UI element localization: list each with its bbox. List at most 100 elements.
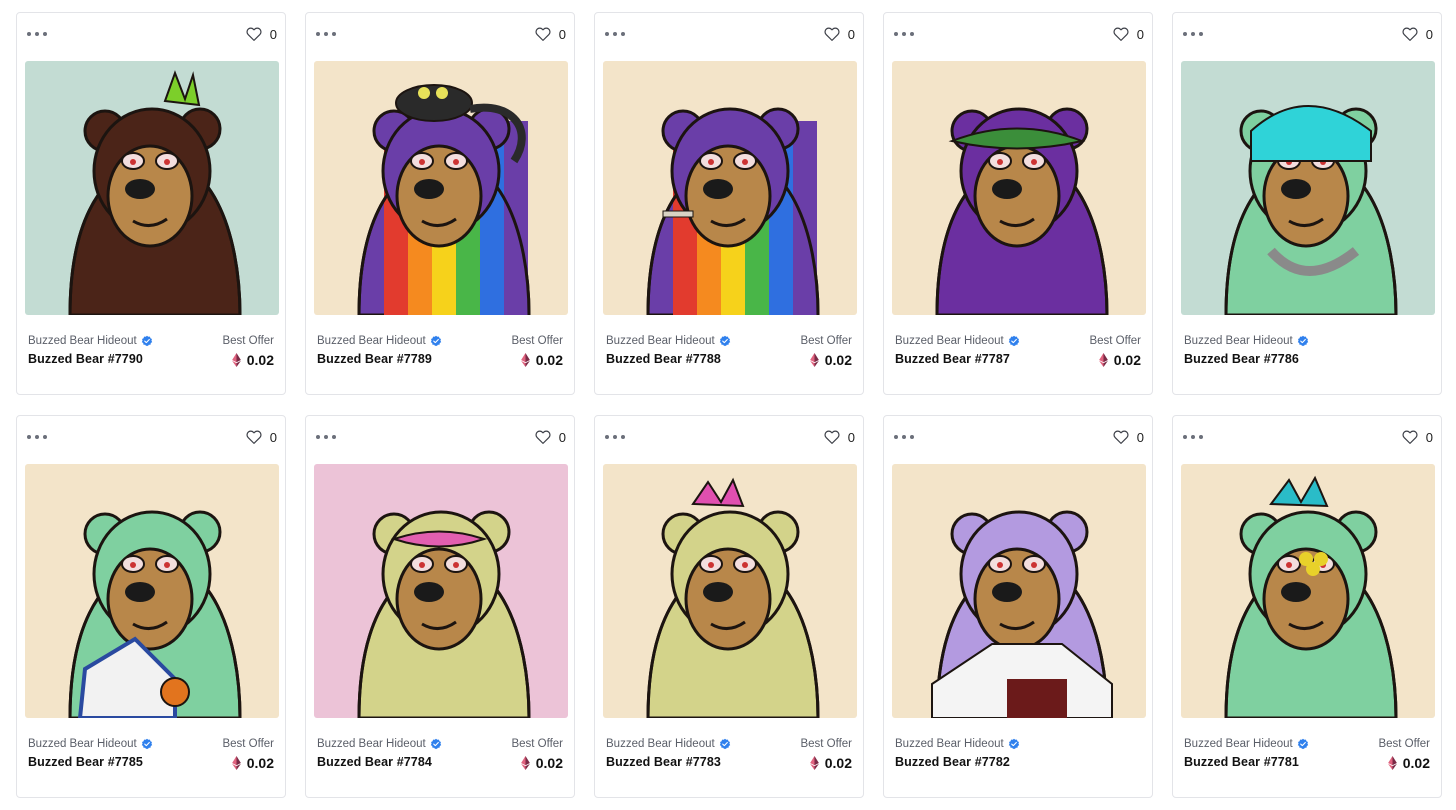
nft-name[interactable]: Buzzed Bear #7789 — [317, 352, 432, 366]
more-options-icon[interactable] — [605, 430, 625, 444]
heart-outline-icon — [535, 27, 551, 41]
collection-name[interactable]: Buzzed Bear Hideout — [606, 738, 731, 750]
nft-artwork[interactable] — [892, 61, 1146, 315]
nft-artwork[interactable] — [314, 61, 568, 315]
nft-artwork[interactable] — [25, 464, 279, 718]
collection-name[interactable]: Buzzed Bear Hideout — [28, 335, 153, 347]
nft-name[interactable]: Buzzed Bear #7788 — [606, 352, 721, 366]
nft-card[interactable]: 0 Buzzed Bear Hideout — [883, 415, 1153, 798]
nft-name[interactable]: Buzzed Bear #7781 — [1184, 755, 1299, 769]
collection-name[interactable]: Buzzed Bear Hideout — [1184, 738, 1309, 750]
verified-badge-icon — [430, 335, 441, 347]
favorite-button[interactable]: 0 — [823, 426, 855, 448]
nft-name[interactable]: Buzzed Bear #7786 — [1184, 352, 1299, 366]
ethereum-icon — [231, 353, 241, 367]
card-toolbar: 0 — [595, 426, 863, 450]
ethereum-icon — [1387, 756, 1397, 770]
card-meta: Buzzed Bear Hideout Buzzed Bear #7790 Be… — [28, 335, 274, 375]
nft-card[interactable]: 0 Buzzed Bear Hideout — [305, 12, 575, 395]
more-options-icon[interactable] — [1183, 430, 1203, 444]
like-count: 0 — [1425, 429, 1433, 445]
nft-card[interactable]: 0 Buzzed Bear Hideout — [1172, 415, 1442, 798]
favorite-button[interactable]: 0 — [1401, 426, 1433, 448]
nft-artwork[interactable] — [314, 464, 568, 718]
more-options-icon[interactable] — [1183, 27, 1203, 41]
more-options-icon[interactable] — [27, 430, 47, 444]
nft-name[interactable]: Buzzed Bear #7784 — [317, 755, 432, 769]
nft-name[interactable]: Buzzed Bear #7790 — [28, 352, 143, 366]
best-offer-label: Best Offer — [511, 738, 563, 750]
heart-outline-icon — [535, 430, 551, 444]
card-toolbar: 0 — [1173, 426, 1441, 450]
collection-label: Buzzed Bear Hideout — [317, 335, 426, 347]
favorite-button[interactable]: 0 — [534, 426, 566, 448]
more-options-icon[interactable] — [894, 430, 914, 444]
nft-card[interactable]: 0 Buzzed Bear Hideout Buzzed Bear #77 — [594, 12, 864, 395]
nft-name[interactable]: Buzzed Bear #7785 — [28, 755, 143, 769]
favorite-button[interactable]: 0 — [534, 23, 566, 45]
more-options-icon[interactable] — [27, 27, 47, 41]
price-value: 0.02 — [246, 755, 274, 771]
ethereum-icon — [520, 353, 530, 367]
more-options-icon[interactable] — [316, 430, 336, 444]
verified-badge-icon — [719, 738, 730, 750]
price: 0.02 — [1387, 755, 1430, 771]
card-toolbar: 0 — [884, 23, 1152, 47]
card-toolbar: 0 — [306, 23, 574, 47]
verified-badge-icon — [1297, 335, 1308, 347]
nft-card[interactable]: 0 Buzzed Bear Hideout — [1172, 12, 1442, 395]
collection-name[interactable]: Buzzed Bear Hideout — [895, 738, 1020, 750]
nft-artwork[interactable] — [25, 61, 279, 315]
nft-name[interactable]: Buzzed Bear #7783 — [606, 755, 721, 769]
nft-artwork[interactable] — [1181, 61, 1435, 315]
price: 0.02 — [520, 755, 563, 771]
nft-card[interactable]: 0 Buzzed Bear Hideout Buzzed Bear #77 — [883, 12, 1153, 395]
nft-artwork[interactable] — [892, 464, 1146, 718]
price-value: 0.02 — [535, 755, 563, 771]
best-offer-label: Best Offer — [511, 335, 563, 347]
nft-artwork[interactable] — [603, 61, 857, 315]
nft-name[interactable]: Buzzed Bear #7787 — [895, 352, 1010, 366]
nft-artwork[interactable] — [603, 464, 857, 718]
collection-label: Buzzed Bear Hideout — [895, 335, 1004, 347]
nft-artwork[interactable] — [1181, 464, 1435, 718]
price: 0.02 — [231, 755, 274, 771]
more-options-icon[interactable] — [605, 27, 625, 41]
collection-name[interactable]: Buzzed Bear Hideout — [895, 335, 1020, 347]
collection-label: Buzzed Bear Hideout — [606, 335, 715, 347]
verified-badge-icon — [1008, 335, 1019, 347]
verified-badge-icon — [719, 335, 730, 347]
collection-name[interactable]: Buzzed Bear Hideout — [28, 738, 153, 750]
favorite-button[interactable]: 0 — [1112, 426, 1144, 448]
nft-card[interactable]: 0 Buzzed Bear Hideout Buzzed Bear #77 — [16, 12, 286, 395]
nft-card[interactable]: 0 Buzzed Bear Hideout — [16, 415, 286, 798]
nft-card[interactable]: 0 Buzzed Bear Hideout Buzzed Bear #77 — [594, 415, 864, 798]
favorite-button[interactable]: 0 — [823, 23, 855, 45]
verified-badge-icon — [430, 738, 441, 750]
like-count: 0 — [847, 26, 855, 42]
like-count: 0 — [269, 429, 277, 445]
collection-name[interactable]: Buzzed Bear Hideout — [317, 335, 442, 347]
price-value: 0.02 — [1402, 755, 1430, 771]
best-offer-label: Best Offer — [800, 335, 852, 347]
nft-card[interactable]: 0 Buzzed Bear Hideout Buzzed Bear #77 — [305, 415, 575, 798]
favorite-button[interactable]: 0 — [245, 426, 277, 448]
heart-outline-icon — [1402, 27, 1418, 41]
price-value: 0.02 — [535, 352, 563, 368]
collection-name[interactable]: Buzzed Bear Hideout — [1184, 335, 1309, 347]
favorite-button[interactable]: 0 — [1112, 23, 1144, 45]
heart-outline-icon — [1113, 430, 1129, 444]
card-meta: Buzzed Bear Hideout Buzzed Bear #7787 Be… — [895, 335, 1141, 375]
verified-badge-icon — [141, 335, 152, 347]
favorite-button[interactable]: 0 — [1401, 23, 1433, 45]
nft-name[interactable]: Buzzed Bear #7782 — [895, 755, 1010, 769]
collection-name[interactable]: Buzzed Bear Hideout — [317, 738, 442, 750]
more-options-icon[interactable] — [316, 27, 336, 41]
card-toolbar: 0 — [1173, 23, 1441, 47]
collection-label: Buzzed Bear Hideout — [895, 738, 1004, 750]
card-toolbar: 0 — [306, 426, 574, 450]
collection-name[interactable]: Buzzed Bear Hideout — [606, 335, 731, 347]
price-value: 0.02 — [246, 352, 274, 368]
more-options-icon[interactable] — [894, 27, 914, 41]
favorite-button[interactable]: 0 — [245, 23, 277, 45]
